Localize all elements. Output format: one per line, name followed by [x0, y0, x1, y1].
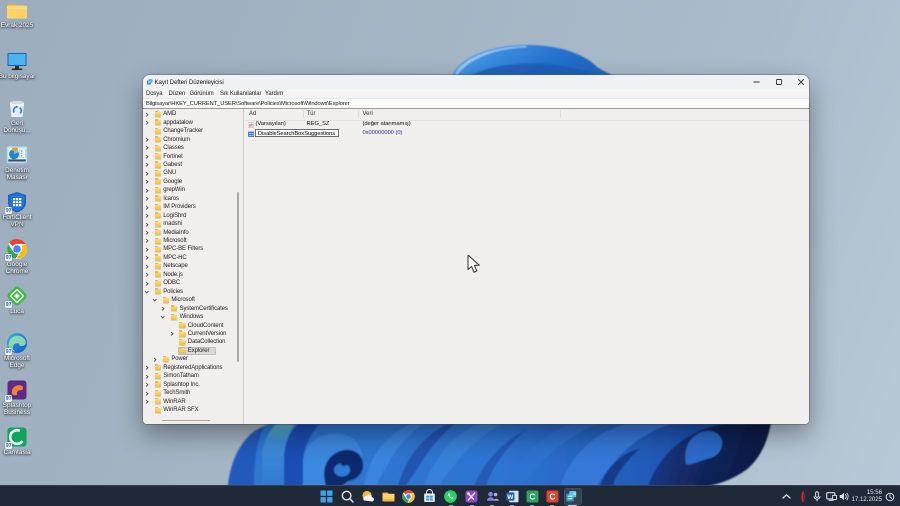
svg-text:W: W — [507, 494, 514, 501]
svg-text:C: C — [529, 492, 535, 502]
svg-text:ab: ab — [249, 122, 254, 127]
svg-text:C: C — [549, 492, 555, 502]
